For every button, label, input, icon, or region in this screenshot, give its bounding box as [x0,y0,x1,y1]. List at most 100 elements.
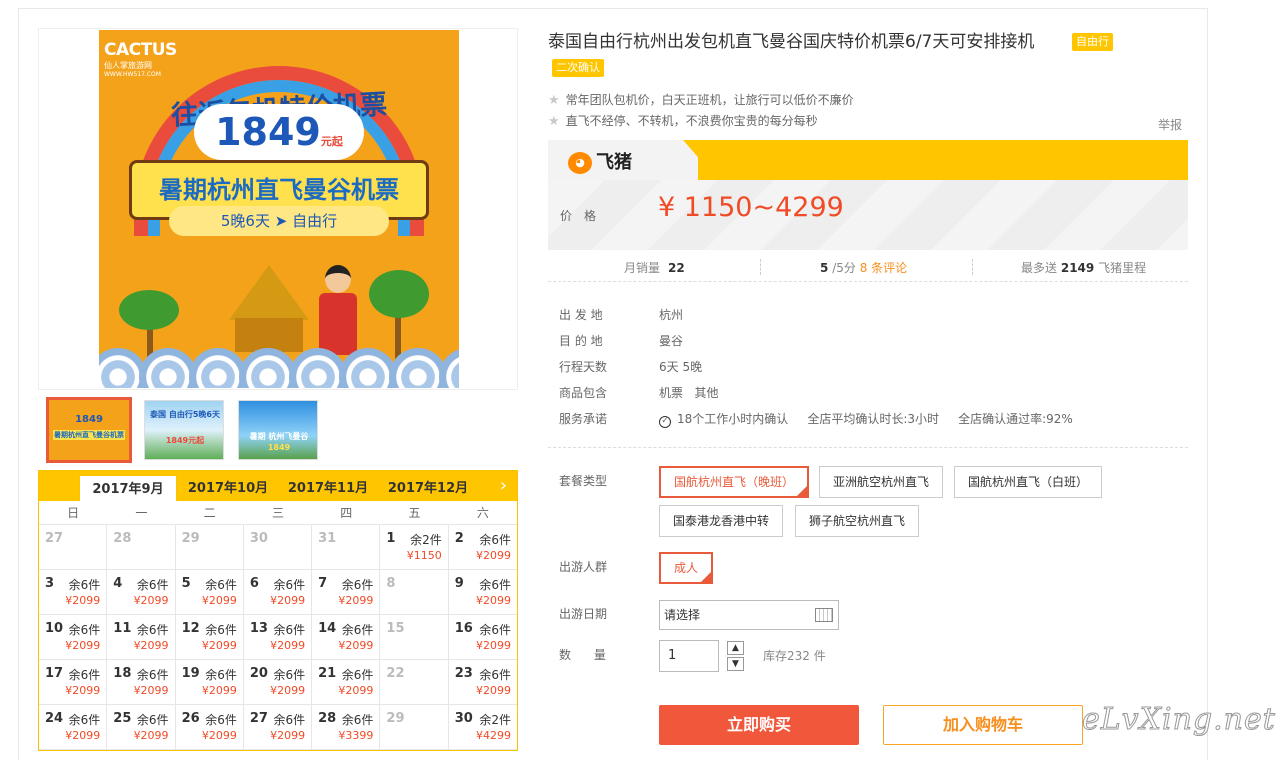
calendar-day-stock: 余6件 [479,668,511,682]
info-value: 杭州 [659,308,684,322]
people-option-adult[interactable]: 成人 [659,552,714,584]
wave-pattern [99,344,459,388]
monthly-sales-value: 22 [668,261,685,275]
chevron-right-icon[interactable]: › [500,473,507,499]
calendar-day-number: 26 [181,711,200,726]
tab-month-1[interactable]: 2017年9月 [79,475,177,501]
calendar-day-price: ¥2099 [65,639,101,652]
calendar-day-number: 19 [181,666,200,681]
poster: CACTUS 仙人掌旅游网 WWW.HW517.COM 往返包机特价机票 184… [99,30,459,388]
calendar-day-number: 9 [454,576,464,591]
calendar-day-price: ¥2099 [338,684,374,697]
calendar-day-cell[interactable]: 14 余6件 ¥2099 [312,615,381,660]
calendar-day-cell[interactable]: 19 余6件 ¥2099 [175,660,244,705]
calendar-day-cell[interactable]: 28 余6件 ¥3399 [312,705,381,750]
calendar-day-price: ¥2099 [201,729,237,742]
calendar-day-cell[interactable]: 10 余6件 ¥2099 [39,615,108,660]
product-title: 泰国自由行杭州出发包机直飞曼谷国庆特价机票6/7天可安排接机 [548,32,1035,52]
buy-now-button[interactable]: 立即购买 [659,705,859,745]
calendar-day-price: ¥2099 [270,684,306,697]
mileage-bonus: 最多送 2149 飞猪里程 [1021,259,1146,276]
quantity-input[interactable]: 1 [659,640,719,672]
calendar-day-cell[interactable]: 12 余6件 ¥2099 [175,615,244,660]
check-circle-icon: ✓ [659,416,671,428]
calendar-day-cell[interactable]: 5 余6件 ¥2099 [175,570,244,615]
info-label: 商品包含 [559,386,608,400]
tab-month-3[interactable]: 2017年11月 [279,475,377,501]
calendar-day-cell[interactable]: 16 余6件 ¥2099 [448,615,517,660]
poster-price: 1849元起 [194,104,364,160]
calendar-day-cell[interactable]: 18 余6件 ¥2099 [107,660,176,705]
calendar-day-cell: 27 [39,525,108,570]
calendar-day-cell[interactable]: 9 余6件 ¥2099 [448,570,517,615]
tab-month-4[interactable]: 2017年12月 [379,475,477,501]
feature-item: ★ 常年团队包机价，白天正班机，让旅行可以低价不廉价 [548,91,854,108]
calendar-day-number: 30 [454,711,473,726]
calendar-day-number: 15 [386,621,405,636]
fliggy-brand-bar: ◕ 飞猪 [548,140,1188,180]
calendar-day-cell[interactable]: 23 余6件 ¥2099 [448,660,517,705]
calendar-day-stock: 余6件 [341,623,374,637]
main-product-image[interactable]: CACTUS 仙人掌旅游网 WWW.HW517.COM 往返包机特价机票 184… [38,28,518,390]
calendar-day-cell[interactable]: 3 余6件 ¥2099 [39,570,108,615]
package-option-1[interactable]: 国航杭州直飞（晚班） [659,466,810,498]
info-label: 服务承诺 [559,412,608,426]
price-value: ¥ 1150~4299 [658,192,844,223]
calendar-day-cell[interactable]: 21 余6件 ¥2099 [312,660,381,705]
rating-score: 5 [820,261,829,275]
calendar-day-cell[interactable]: 13 余6件 ¥2099 [243,615,313,660]
calendar-day-price: ¥2099 [475,639,511,652]
thumbnail-1[interactable]: 1849 暑期杭州直飞曼谷机票 [46,397,132,463]
calendar-grid: 27 28 29 30 31 1 余2件 ¥1150 2 余6件 ¥2099 3 余6件 ¥2099 4 余6… [39,525,517,750]
rating: 5 /5分 8 条评论 [820,259,907,276]
calendar-icon[interactable] [815,608,833,622]
thumbnail-caption: 1849 [75,414,103,425]
calendar-day-number: 18 [113,666,132,681]
calendar-day-cell: 30 [243,525,313,570]
calendar-day-price: ¥2099 [338,639,374,652]
thumbnail-caption: 暑期杭州直飞曼谷机票 [53,430,125,440]
calendar-day-price: ¥2099 [201,684,237,697]
price-box: 价格 ¥ 1150~4299 [548,180,1188,250]
add-to-cart-button[interactable]: 加入购物车 [883,705,1083,745]
calendar-day-cell: 31 [312,525,381,570]
thumbnail-2[interactable]: 泰国 自由行5晚6天 1849元起 [144,400,224,460]
info-label: 行程天数 [559,360,608,374]
calendar-day-number: 27 [45,531,64,546]
package-option-5[interactable]: 狮子航空杭州直飞 [795,505,920,537]
weekday-label: 二 [203,506,216,520]
calendar-day-cell[interactable]: 26 余6件 ¥2099 [175,705,244,750]
report-link[interactable]: 举报 [1158,116,1182,133]
calendar-day-cell[interactable]: 17 余6件 ¥2099 [39,660,108,705]
calendar-day-cell[interactable]: 24 余6件 ¥2099 [39,705,108,750]
chevron-down-icon[interactable]: ▼ [727,657,744,671]
calendar-day-cell[interactable]: 11 余6件 ¥2099 [107,615,176,660]
package-option-3[interactable]: 国航杭州直飞（白班） [954,466,1103,498]
fliggy-logo: ◕ 飞猪 [568,148,632,174]
calendar-day-price: ¥3399 [338,729,374,742]
tab-month-2[interactable]: 2017年10月 [179,475,277,501]
thai-lady-illustration [313,265,363,355]
package-option-4[interactable]: 国泰港龙香港中转 [659,505,784,537]
calendar-day-cell[interactable]: 1 余2件 ¥1150 [380,525,449,570]
reviews-link[interactable]: 8 条评论 [860,261,907,275]
calendar-day-cell[interactable]: 2 余6件 ¥2099 [448,525,517,570]
calendar-day-price: ¥1150 [406,549,442,562]
calendar-day-cell[interactable]: 25 余6件 ¥2099 [107,705,176,750]
calendar-day-number: 16 [454,621,473,636]
calendar-day-cell[interactable]: 6 余6件 ¥2099 [243,570,313,615]
calendar-day-number: 17 [45,666,64,681]
mileage-prefix: 最多送 [1021,261,1058,275]
package-option-2[interactable]: 亚洲航空杭州直飞 [819,466,944,498]
calendar-day-cell[interactable]: 20 余6件 ¥2099 [243,660,313,705]
date-picker-input[interactable]: 请选择 [659,600,839,630]
calendar-day-number: 14 [318,621,337,636]
weekday-label: 三 [271,506,284,520]
calendar-day-cell[interactable]: 27 余6件 ¥2099 [243,705,313,750]
calendar-day-stock: 余6件 [341,578,374,592]
calendar-day-cell[interactable]: 30 余2件 ¥4299 [448,705,517,750]
thumbnail-3[interactable]: 暑期 杭州飞曼谷 1849 [238,400,318,460]
calendar-day-cell[interactable]: 7 余6件 ¥2099 [312,570,381,615]
calendar-day-cell[interactable]: 4 余6件 ¥2099 [107,570,176,615]
chevron-up-icon[interactable]: ▲ [727,641,744,655]
